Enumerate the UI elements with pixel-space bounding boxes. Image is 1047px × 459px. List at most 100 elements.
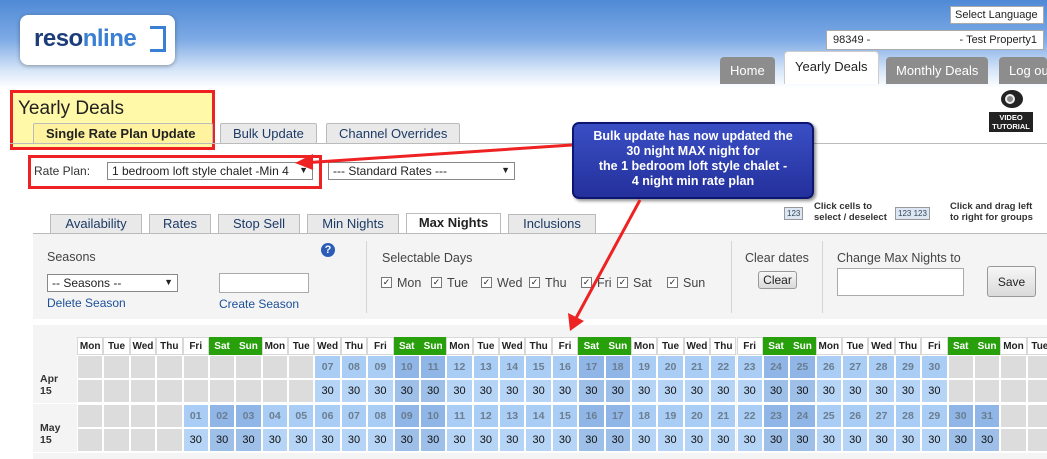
max-nights-cell[interactable]: 30 — [288, 428, 315, 452]
day-checkbox-fri[interactable]: ✓ — [581, 277, 592, 288]
max-nights-cell[interactable]: 30 — [842, 428, 869, 452]
date-cell[interactable]: 12 — [446, 355, 473, 379]
property-selector[interactable]: 98349 - - Test Property1 — [826, 30, 1044, 50]
date-cell[interactable]: 16 — [578, 404, 605, 428]
date-cell[interactable]: 04 — [261, 404, 289, 428]
select-language-dropdown[interactable]: Select Language — [950, 6, 1044, 24]
date-cell[interactable]: 13 — [499, 404, 526, 428]
day-checkbox-sat[interactable]: ✓ — [617, 277, 628, 288]
date-cell[interactable]: 30 — [921, 355, 948, 379]
tab-min-nights[interactable]: Min Nights — [307, 214, 399, 233]
date-cell[interactable]: 21 — [683, 355, 711, 379]
date-cell[interactable]: 05 — [288, 404, 315, 428]
max-nights-cell[interactable]: 30 — [367, 428, 394, 452]
date-cell[interactable]: 16 — [551, 355, 579, 379]
date-cell[interactable]: 02 — [208, 404, 236, 428]
nav-tab-home[interactable]: Home — [720, 57, 775, 84]
nav-tab-yearly-deals[interactable]: Yearly Deals — [784, 51, 879, 84]
date-cell[interactable]: 19 — [630, 355, 658, 379]
max-nights-cell[interactable]: 30 — [235, 428, 262, 452]
day-checkbox-wed[interactable]: ✓ — [481, 277, 492, 288]
max-nights-cell[interactable]: 30 — [604, 379, 631, 403]
max-nights-cell[interactable]: 30 — [340, 379, 368, 403]
date-cell[interactable]: 22 — [710, 355, 737, 379]
video-tutorial-button[interactable]: VIDEO TUTORIAL — [989, 88, 1033, 134]
max-nights-cell[interactable]: 30 — [815, 379, 842, 403]
day-checkbox-mon[interactable]: ✓ — [381, 277, 392, 288]
max-nights-cell[interactable]: 30 — [472, 379, 500, 403]
max-nights-cell[interactable]: 30 — [367, 379, 394, 403]
max-nights-cell[interactable]: 30 — [842, 379, 869, 403]
max-nights-cell[interactable]: 30 — [314, 428, 341, 452]
date-cell[interactable]: 22 — [736, 404, 763, 428]
date-cell[interactable]: 07 — [314, 355, 341, 379]
date-cell[interactable]: 14 — [525, 404, 552, 428]
max-nights-cell[interactable]: 30 — [499, 428, 526, 452]
date-cell[interactable]: 28 — [868, 355, 895, 379]
max-nights-cell[interactable]: 30 — [789, 379, 816, 403]
date-cell[interactable]: 28 — [894, 404, 922, 428]
date-cell[interactable]: 09 — [367, 355, 394, 379]
max-nights-cell[interactable]: 30 — [657, 428, 684, 452]
date-cell[interactable]: 15 — [525, 355, 552, 379]
date-cell[interactable]: 11 — [446, 404, 473, 428]
date-cell[interactable]: 07 — [340, 404, 368, 428]
subtab-channel-overrides[interactable]: Channel Overrides — [326, 123, 461, 143]
max-nights-cell[interactable]: 30 — [921, 379, 948, 403]
rate-category-select[interactable]: --- Standard Rates --- ▼ — [328, 162, 515, 180]
date-cell[interactable]: 20 — [657, 355, 684, 379]
subtab-bulk-update[interactable]: Bulk Update — [220, 123, 317, 143]
max-nights-cell[interactable]: 30 — [182, 428, 209, 452]
max-nights-cell[interactable]: 30 — [551, 428, 579, 452]
nav-tab-monthly-deals[interactable]: Monthly Deals — [886, 57, 989, 84]
max-nights-cell[interactable]: 30 — [472, 428, 500, 452]
max-nights-cell[interactable]: 30 — [947, 428, 974, 452]
date-cell[interactable]: 31 — [973, 404, 1001, 428]
date-cell[interactable]: 11 — [419, 355, 447, 379]
max-nights-cell[interactable]: 30 — [499, 379, 526, 403]
max-nights-cell[interactable]: 30 — [868, 379, 895, 403]
date-cell[interactable]: 10 — [419, 404, 447, 428]
max-nights-cell[interactable]: 30 — [208, 428, 236, 452]
max-nights-cell[interactable]: 30 — [578, 379, 605, 403]
tab-rates[interactable]: Rates — [149, 214, 211, 233]
delete-season-link[interactable]: Delete Season — [47, 296, 126, 310]
date-cell[interactable]: 27 — [868, 404, 895, 428]
max-nights-input[interactable] — [837, 268, 964, 296]
date-cell[interactable]: 09 — [393, 404, 420, 428]
max-nights-cell[interactable]: 30 — [736, 428, 763, 452]
date-cell[interactable]: 24 — [789, 404, 816, 428]
max-nights-cell[interactable]: 30 — [446, 428, 473, 452]
date-cell[interactable]: 15 — [551, 404, 579, 428]
date-cell[interactable]: 23 — [736, 355, 763, 379]
max-nights-cell[interactable]: 30 — [762, 428, 790, 452]
date-cell[interactable]: 18 — [604, 355, 631, 379]
seasons-select[interactable]: -- Seasons -- ▼ — [47, 274, 178, 292]
max-nights-cell[interactable]: 30 — [683, 379, 711, 403]
resonline-logo[interactable]: resonline — [20, 15, 175, 65]
subtab-single-rate-plan-update[interactable]: Single Rate Plan Update — [33, 123, 213, 143]
date-cell[interactable]: 24 — [762, 355, 790, 379]
max-nights-cell[interactable]: 30 — [419, 428, 447, 452]
nav-tab-logout[interactable]: Log ou — [999, 57, 1047, 84]
date-cell[interactable]: 20 — [683, 404, 711, 428]
date-cell[interactable]: 26 — [815, 355, 842, 379]
day-checkbox-tue[interactable]: ✓ — [431, 277, 442, 288]
date-cell[interactable]: 12 — [472, 404, 500, 428]
max-nights-cell[interactable]: 30 — [604, 428, 631, 452]
tab-availability[interactable]: Availability — [50, 214, 142, 233]
date-cell[interactable]: 25 — [789, 355, 816, 379]
max-nights-cell[interactable]: 30 — [789, 428, 816, 452]
max-nights-cell[interactable]: 30 — [894, 428, 922, 452]
max-nights-cell[interactable]: 30 — [868, 428, 895, 452]
tab-inclusions[interactable]: Inclusions — [508, 214, 596, 233]
max-nights-cell[interactable]: 30 — [314, 379, 341, 403]
max-nights-cell[interactable]: 30 — [736, 379, 763, 403]
date-cell[interactable]: 25 — [815, 404, 842, 428]
max-nights-cell[interactable]: 30 — [393, 379, 420, 403]
max-nights-cell[interactable]: 30 — [683, 428, 711, 452]
date-cell[interactable]: 23 — [762, 404, 790, 428]
date-cell[interactable]: 03 — [235, 404, 262, 428]
date-cell[interactable]: 30 — [947, 404, 974, 428]
rate-plan-select[interactable]: 1 bedroom loft style chalet -Min 4 ▼ — [107, 162, 313, 180]
